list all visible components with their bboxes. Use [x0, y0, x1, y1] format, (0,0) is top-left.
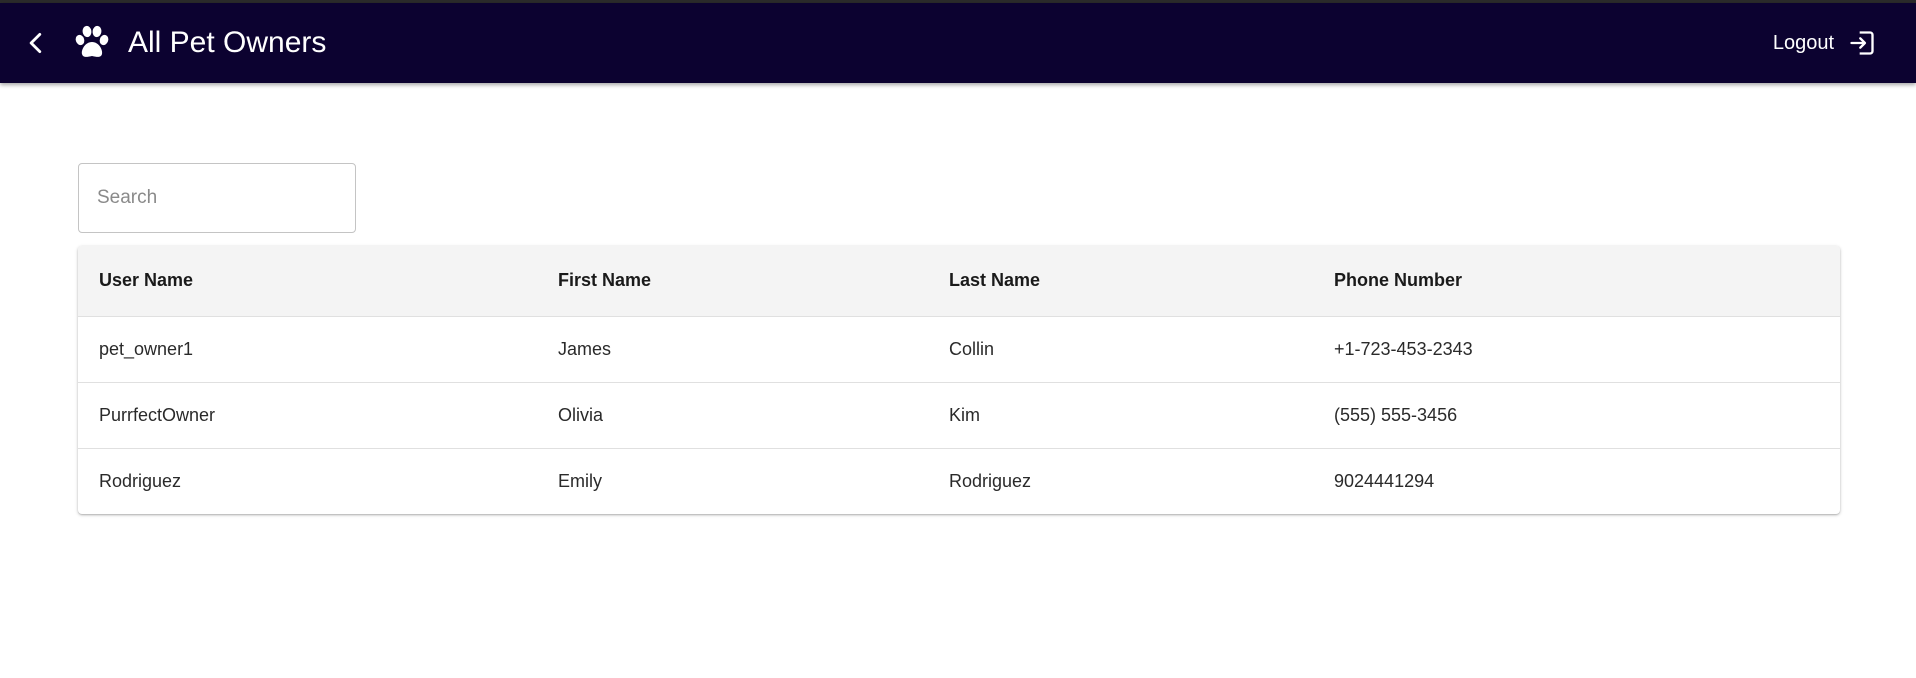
column-header-last-name[interactable]: Last Name [928, 246, 1313, 317]
cell-phone-number: 9024441294 [1334, 470, 1435, 491]
back-button[interactable] [18, 25, 54, 61]
table-row[interactable]: PurrfectOwner Olivia Kim (555) 555-3456 [78, 382, 1840, 449]
pet-owners-table: User Name First Name Last Name Phone Num… [78, 246, 1840, 514]
table-header: User Name First Name Last Name Phone Num… [78, 246, 1840, 317]
logout-icon [1850, 31, 1874, 55]
cell-first-name: Emily [558, 470, 602, 491]
app-bar: All Pet Owners Logout [0, 3, 1916, 83]
logout-button[interactable]: Logout [1773, 25, 1876, 61]
table-header-row: User Name First Name Last Name Phone Num… [78, 246, 1840, 317]
pet-owners-table-card: User Name First Name Last Name Phone Num… [78, 246, 1840, 514]
cell-phone-number: (555) 555-3456 [1313, 382, 1840, 449]
table-row[interactable]: pet_owner1 James Collin +1-723-453-2343 [78, 316, 1840, 383]
column-header-phone-number[interactable]: Phone Number [1313, 246, 1840, 317]
cell-user-name: pet_owner1 [78, 316, 537, 383]
cell-last-name: Collin [928, 316, 1313, 383]
cell-phone-number: +1-723-453-2343 [1313, 316, 1840, 383]
cell-user-name: PurrfectOwner [78, 382, 537, 449]
search-input[interactable] [79, 164, 355, 232]
cell-user-name: Rodriguez [99, 470, 182, 491]
column-header-user-name[interactable]: User Name [78, 246, 537, 317]
page-title: All Pet Owners [128, 26, 327, 59]
cell-first-name: James [537, 316, 928, 383]
cell-last-name: Rodriguez [949, 470, 1032, 491]
table-row[interactable]: Rodriguez Emily Rodriguez 9024441294 [78, 448, 1840, 514]
cell-last-name: Kim [928, 382, 1313, 449]
cell-first-name: Olivia [537, 382, 928, 449]
chevron-left-icon [29, 32, 42, 54]
column-header-first-name[interactable]: First Name [537, 246, 928, 317]
logout-label: Logout [1772, 31, 1834, 54]
paw-icon [75, 25, 109, 57]
table-body: pet_owner1 James Collin +1-723-453-2343 … [78, 316, 1840, 514]
search-field[interactable] [78, 163, 356, 233]
